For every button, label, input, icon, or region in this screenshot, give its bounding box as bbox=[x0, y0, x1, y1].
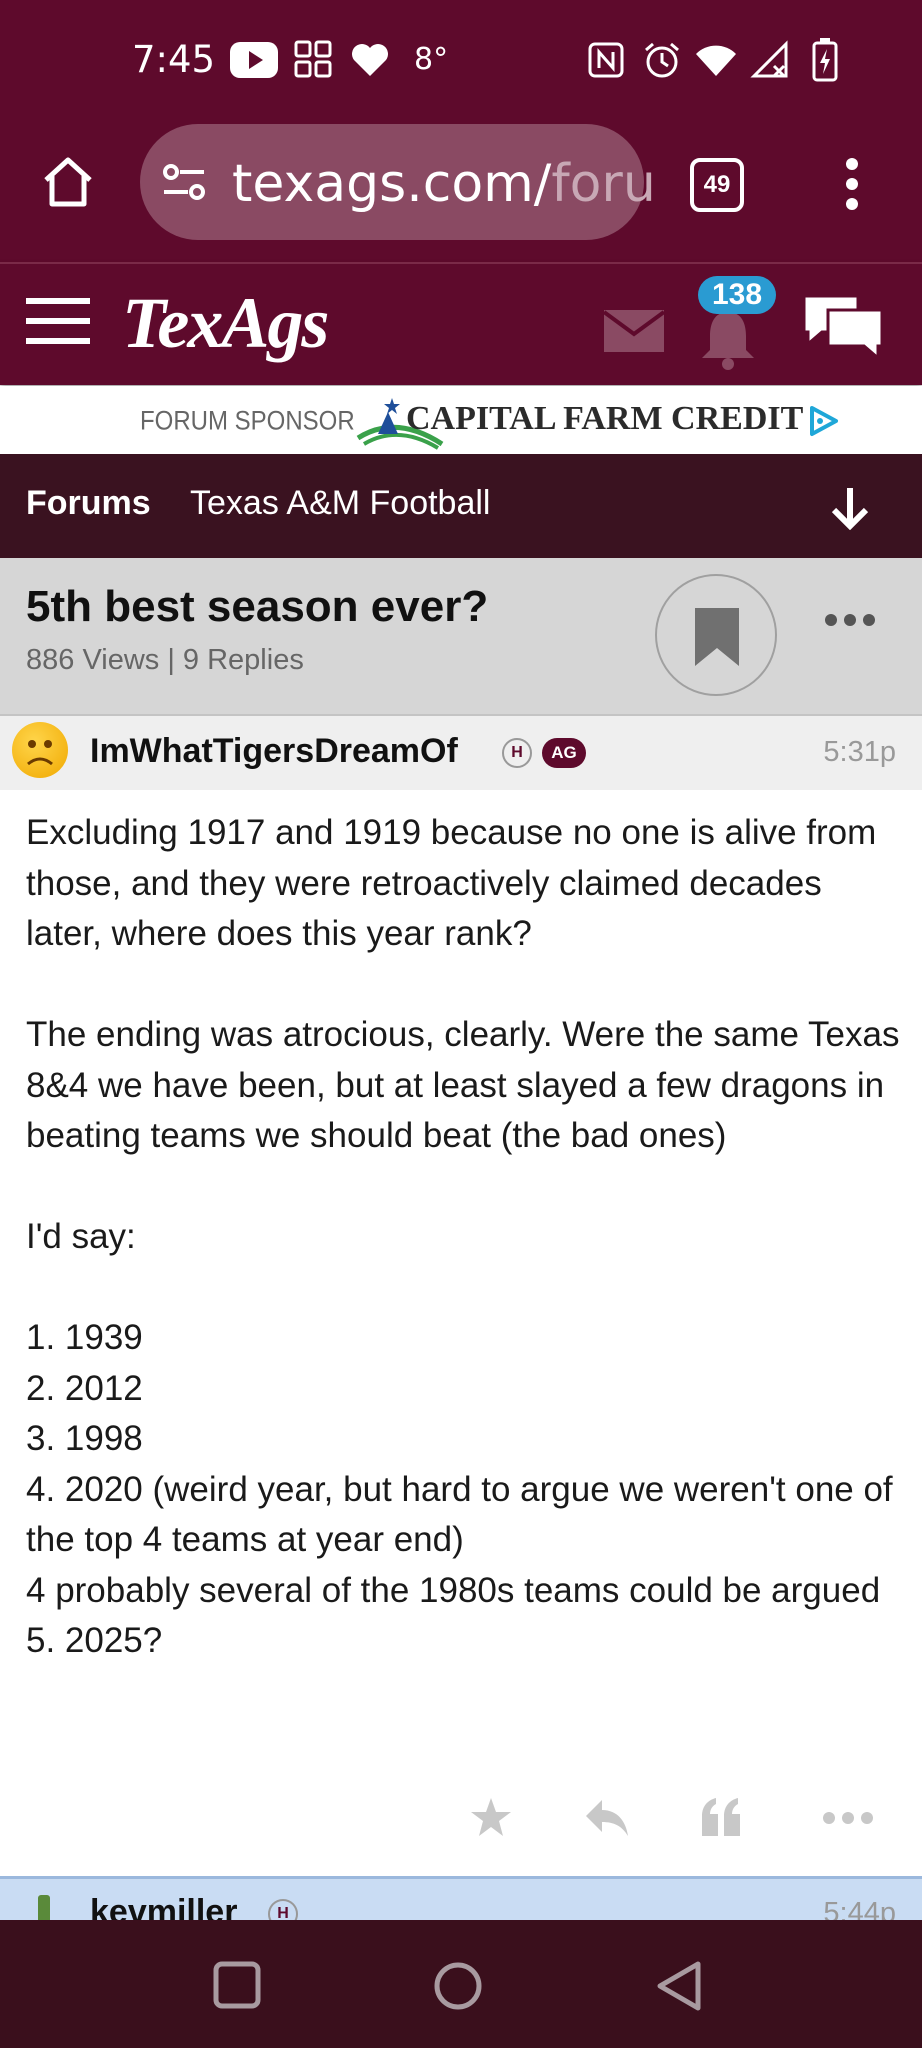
sponsor-label: FORUM SPONSOR bbox=[140, 406, 355, 437]
arrow-down-icon[interactable] bbox=[830, 486, 870, 530]
recent-apps-icon[interactable] bbox=[212, 1960, 262, 2010]
status-bar: 7:45 8° bbox=[0, 0, 922, 122]
reply-icon[interactable] bbox=[584, 1798, 630, 1838]
post-more-icon[interactable] bbox=[822, 1810, 874, 1826]
ad-choices-icon[interactable] bbox=[806, 404, 840, 438]
wifi-icon bbox=[696, 45, 736, 76]
post-username[interactable]: kevmiller bbox=[90, 1893, 237, 1923]
list-item: 2. 2012 bbox=[26, 1368, 143, 1408]
bookmark-icon bbox=[695, 608, 739, 666]
tab-switcher-button[interactable]: 49 bbox=[690, 158, 744, 212]
url-visible: texags.com/ bbox=[232, 154, 552, 214]
post-paragraph: I'd say: bbox=[26, 1217, 136, 1256]
status-time: 7:45 bbox=[132, 38, 216, 81]
home-icon[interactable] bbox=[40, 154, 96, 208]
post-header: ImWhatTigersDreamOf H AG 5:31p bbox=[0, 716, 922, 790]
site-settings-icon[interactable] bbox=[162, 162, 206, 202]
url-faded: foru bbox=[551, 154, 656, 214]
list-item: 5. 2025? bbox=[26, 1621, 163, 1660]
post-paragraph: Excluding 1917 and 1919 because no one i… bbox=[26, 813, 877, 953]
signal-icon bbox=[750, 40, 788, 78]
post-body: Excluding 1917 and 1919 because no one i… bbox=[26, 808, 906, 1667]
sponsor-banner[interactable]: FORUM SPONSOR CAPITAL FARM CREDIT bbox=[0, 386, 922, 454]
ag-badge: AG bbox=[542, 738, 586, 768]
alarm-icon bbox=[645, 42, 679, 78]
list-item: 4 probably several of the 1980s teams co… bbox=[26, 1570, 881, 1610]
nfc-icon bbox=[588, 42, 624, 78]
browser-toolbar: texags.com/foru 49 bbox=[0, 122, 922, 262]
hamburger-menu-icon[interactable] bbox=[26, 296, 90, 346]
bookmark-button[interactable] bbox=[655, 574, 777, 696]
mail-icon[interactable] bbox=[604, 310, 664, 352]
status-temperature: 8° bbox=[414, 42, 449, 77]
star-icon[interactable] bbox=[470, 1796, 512, 1838]
thread-more-icon[interactable] bbox=[824, 612, 876, 628]
url-text[interactable]: texags.com/foru bbox=[232, 154, 656, 214]
user-avatar-icon[interactable] bbox=[34, 1891, 54, 1923]
ranking-list: 1. 1939 2. 2012 3. 1998 4. 2020 (weird y… bbox=[26, 1313, 906, 1667]
address-bar[interactable]: texags.com/foru bbox=[140, 124, 656, 240]
sponsor-brand: CAPITAL FARM CREDIT bbox=[406, 400, 804, 437]
site-header: TexAgs 138 bbox=[0, 262, 922, 385]
breadcrumb-forums-link[interactable]: Forums bbox=[26, 484, 151, 523]
thread-title: 5th best season ever? bbox=[26, 582, 489, 631]
next-post-header: kevmiller H 5:44p bbox=[0, 1876, 922, 1923]
browser-menu-icon[interactable] bbox=[840, 156, 864, 212]
list-item: 3. 1998 bbox=[26, 1419, 143, 1458]
post-actions bbox=[0, 1790, 922, 1850]
post-paragraph: The ending was atrocious, clearly. Were … bbox=[26, 1015, 900, 1155]
battery-charging-icon bbox=[812, 38, 838, 82]
h-badge: H bbox=[502, 738, 532, 768]
list-item: 1. 1939 bbox=[26, 1318, 143, 1357]
post-time: 5:31p bbox=[823, 736, 896, 768]
notifications-bell-icon[interactable] bbox=[696, 308, 760, 370]
breadcrumb-section-link[interactable]: Texas A&M Football bbox=[190, 484, 490, 523]
system-navigation-bar bbox=[0, 1920, 922, 2048]
user-avatar[interactable] bbox=[12, 722, 68, 778]
youtube-icon bbox=[230, 42, 278, 78]
heart-icon bbox=[352, 44, 388, 76]
thread-header: 5th best season ever? 886 Views | 9 Repl… bbox=[0, 558, 922, 716]
list-item: 4. 2020 (weird year, but hard to argue w… bbox=[26, 1469, 893, 1560]
texags-logo[interactable]: TexAgs bbox=[122, 282, 329, 365]
grid-app-icon bbox=[294, 40, 332, 78]
thread-meta: 886 Views | 9 Replies bbox=[26, 644, 304, 676]
sad-face-icon bbox=[27, 740, 53, 766]
quote-icon[interactable] bbox=[700, 1796, 744, 1838]
home-circle-icon[interactable] bbox=[432, 1960, 484, 2012]
chat-bubbles-icon[interactable] bbox=[800, 292, 886, 360]
breadcrumb: Forums Texas A&M Football bbox=[0, 454, 922, 558]
back-triangle-icon[interactable] bbox=[654, 1960, 704, 2012]
notification-count-badge[interactable]: 138 bbox=[698, 276, 777, 314]
post-username[interactable]: ImWhatTigersDreamOf bbox=[90, 732, 458, 771]
